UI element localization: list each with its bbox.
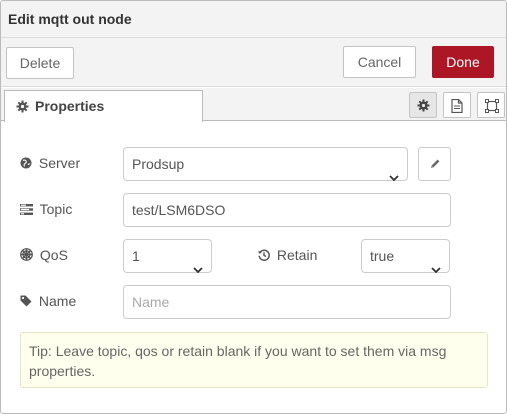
appearance-tab-button[interactable] bbox=[477, 92, 505, 118]
tasks-icon bbox=[20, 201, 40, 217]
name-input[interactable]: Name bbox=[123, 285, 451, 319]
done-button[interactable]: Done bbox=[432, 46, 494, 78]
chevron-down-icon bbox=[431, 253, 441, 285]
name-label: Name bbox=[38, 293, 77, 309]
delete-button[interactable]: Delete bbox=[6, 47, 74, 79]
tag-icon bbox=[20, 293, 39, 309]
server-select[interactable]: Prodsup bbox=[123, 147, 408, 182]
topic-label-row: Topic bbox=[20, 201, 72, 217]
server-value: Prodsup bbox=[132, 156, 185, 172]
node-settings-tab-button[interactable] bbox=[409, 92, 437, 118]
tip-box: Tip: Leave topic, qos or retain blank if… bbox=[20, 332, 488, 388]
empire-icon bbox=[20, 247, 40, 263]
name-placeholder: Name bbox=[132, 294, 170, 310]
retain-select[interactable]: true bbox=[361, 239, 450, 274]
retain-label-row: Retain bbox=[258, 247, 317, 263]
tip-text: Tip: Leave topic, qos or retain blank if… bbox=[29, 343, 447, 379]
dialog-title: Edit mqtt out node bbox=[8, 11, 132, 27]
qos-value: 1 bbox=[132, 248, 140, 264]
history-icon bbox=[258, 247, 277, 263]
server-label: Server bbox=[38, 155, 81, 171]
qos-label-row: QoS bbox=[20, 247, 68, 263]
dialog-titlebar: Edit mqtt out node bbox=[1, 1, 506, 38]
tab-properties-label: Properties bbox=[35, 98, 105, 114]
dialog-toolbar: Delete Cancel Done bbox=[1, 38, 506, 87]
server-label-row: Server bbox=[20, 155, 80, 171]
chevron-down-icon bbox=[389, 161, 399, 193]
qos-label: QoS bbox=[39, 247, 68, 263]
retain-label: Retain bbox=[276, 247, 318, 263]
globe-icon bbox=[20, 155, 39, 171]
tab-properties[interactable]: Properties bbox=[4, 90, 203, 122]
cancel-button[interactable]: Cancel bbox=[343, 46, 416, 78]
chevron-down-icon bbox=[193, 253, 203, 285]
topic-input[interactable]: test/LSM6DSO bbox=[123, 193, 451, 227]
gear-icon bbox=[16, 100, 29, 113]
edit-server-button[interactable] bbox=[418, 147, 451, 181]
topic-value: test/LSM6DSO bbox=[132, 202, 226, 218]
name-label-row: Name bbox=[20, 293, 76, 309]
retain-value: true bbox=[370, 248, 395, 264]
edit-node-dialog: Edit mqtt out node Delete Cancel Done Pr… bbox=[0, 0, 507, 414]
tab-bar: Properties bbox=[1, 88, 506, 122]
description-tab-button[interactable] bbox=[443, 92, 471, 118]
topic-label: Topic bbox=[39, 201, 73, 217]
qos-select[interactable]: 1 bbox=[123, 239, 212, 274]
